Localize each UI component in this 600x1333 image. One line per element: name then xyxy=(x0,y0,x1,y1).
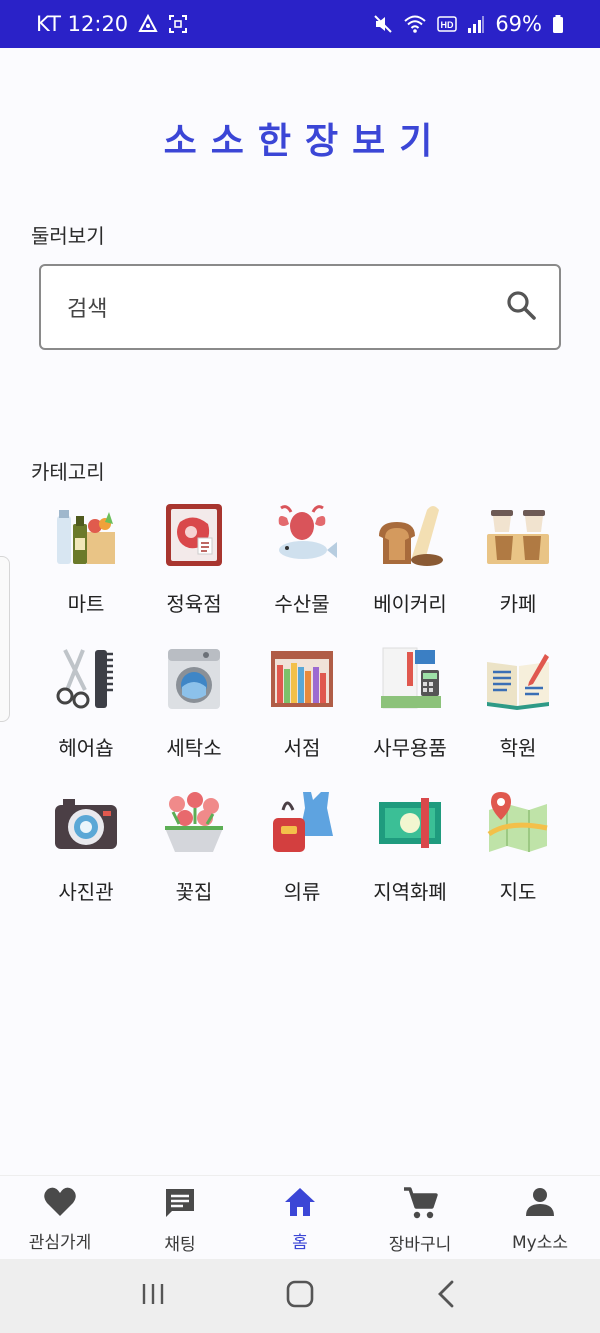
clothing-icon xyxy=(267,788,337,858)
nav-label: 홈 xyxy=(292,1233,308,1253)
office-supplies-icon xyxy=(375,644,445,714)
nav-label: 채팅 xyxy=(164,1235,196,1255)
mart-icon xyxy=(51,500,121,570)
category-photo-studio[interactable]: 사진관 xyxy=(32,788,140,905)
category-academy[interactable]: 학원 xyxy=(464,644,572,761)
category-bookstore[interactable]: 서점 xyxy=(248,644,356,761)
nav-my-page[interactable]: My소소 xyxy=(480,1176,600,1259)
category-cafe[interactable]: 카페 xyxy=(464,500,572,617)
screenshot-status-icon xyxy=(168,14,188,34)
signal-icon xyxy=(467,14,485,34)
category-label: 지도 xyxy=(499,880,537,904)
category-label: 서점 xyxy=(283,736,321,760)
system-nav-bar xyxy=(0,1259,600,1333)
app-title: 소소한장보기 xyxy=(163,121,447,162)
flower-shop-icon xyxy=(159,788,229,858)
bottom-nav: 관심가게 채팅 홈 장바구니 My소소 xyxy=(0,1175,600,1259)
categories-label: 카테고리 xyxy=(31,460,105,484)
heart-icon xyxy=(43,1186,77,1222)
edge-panel-handle[interactable] xyxy=(0,556,10,722)
category-label: 꽃집 xyxy=(175,880,213,904)
laundry-icon xyxy=(159,644,229,714)
cart-icon xyxy=(402,1186,438,1224)
svg-text:HD: HD xyxy=(441,20,454,30)
category-clothing[interactable]: 의류 xyxy=(248,788,356,905)
academy-icon xyxy=(483,644,553,714)
seafood-icon xyxy=(267,500,337,570)
category-laundry[interactable]: 세탁소 xyxy=(140,644,248,761)
category-label: 헤어숍 xyxy=(58,736,114,760)
category-local-currency[interactable]: 지역화폐 xyxy=(356,788,464,905)
category-seafood[interactable]: 수산물 xyxy=(248,500,356,617)
mute-icon xyxy=(373,14,393,34)
category-label: 카페 xyxy=(499,592,537,616)
bakery-icon xyxy=(375,500,445,570)
butcher-icon xyxy=(159,500,229,570)
category-label: 수산물 xyxy=(274,592,330,616)
cafe-icon xyxy=(483,500,553,570)
category-label: 학원 xyxy=(499,736,537,760)
category-label: 정육점 xyxy=(166,592,222,616)
category-label: 베이커리 xyxy=(373,592,447,616)
wifi-icon xyxy=(403,14,427,34)
map-icon xyxy=(483,788,553,858)
chat-icon xyxy=(163,1186,197,1224)
category-bakery[interactable]: 베이커리 xyxy=(356,500,464,617)
nav-label: 관심가게 xyxy=(28,1233,92,1253)
search-icon[interactable] xyxy=(505,289,537,325)
battery-icon xyxy=(552,14,564,34)
category-office-supplies[interactable]: 사무용품 xyxy=(356,644,464,761)
category-map[interactable]: 지도 xyxy=(464,788,572,905)
category-flower-shop[interactable]: 꽃집 xyxy=(140,788,248,905)
home-button[interactable] xyxy=(285,1279,315,1313)
browse-label: 둘러보기 xyxy=(31,224,105,248)
category-label: 마트 xyxy=(67,592,105,616)
recent-apps-button[interactable] xyxy=(140,1281,166,1311)
category-mart[interactable]: 마트 xyxy=(32,500,140,617)
status-time: KT 12:20 xyxy=(36,12,129,36)
status-bar: KT 12:20 HD 69% xyxy=(0,0,600,48)
nav-favorites[interactable]: 관심가게 xyxy=(0,1176,120,1259)
person-icon xyxy=(524,1186,556,1222)
hd-icon: HD xyxy=(437,16,458,32)
category-label: 사무용품 xyxy=(373,736,447,760)
category-hair-salon[interactable]: 헤어숍 xyxy=(32,644,140,761)
category-label: 사진관 xyxy=(58,880,114,904)
photo-studio-icon xyxy=(51,788,121,858)
category-butcher[interactable]: 정육점 xyxy=(140,500,248,617)
search-input[interactable]: 검색 xyxy=(39,264,561,350)
local-currency-icon xyxy=(375,788,445,858)
nav-home[interactable]: 홈 xyxy=(240,1176,360,1259)
nav-cart[interactable]: 장바구니 xyxy=(360,1176,480,1259)
back-button[interactable] xyxy=(434,1279,460,1313)
category-grid: 마트 정육점 수산물 베이커리 카페 헤어숍 세탁소 서점 사무용품 학원 사진… xyxy=(32,500,572,905)
home-icon xyxy=(283,1186,317,1222)
battery-percent: 69% xyxy=(495,12,542,36)
nav-chat[interactable]: 채팅 xyxy=(120,1176,240,1259)
bookstore-icon xyxy=(267,644,337,714)
category-label: 세탁소 xyxy=(166,736,222,760)
category-label: 지역화폐 xyxy=(373,880,447,904)
category-label: 의류 xyxy=(283,880,321,904)
hair-salon-icon xyxy=(51,644,121,714)
nav-label: 장바구니 xyxy=(388,1235,452,1255)
navigation-status-icon xyxy=(138,14,158,34)
nav-label: My소소 xyxy=(511,1233,568,1253)
search-placeholder: 검색 xyxy=(67,297,108,322)
